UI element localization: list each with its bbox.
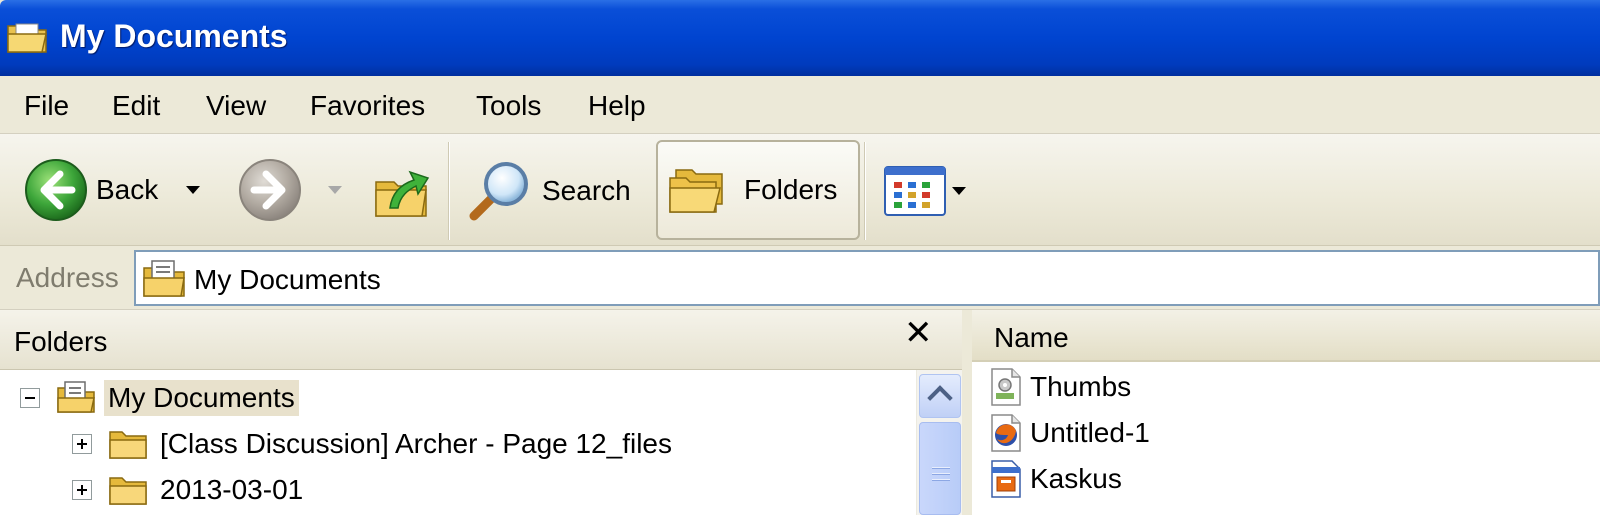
- close-icon[interactable]: ✕: [904, 316, 933, 350]
- back-button[interactable]: Back: [24, 158, 201, 222]
- folders-label: Folders: [744, 174, 838, 205]
- column-header-name[interactable]: Name: [972, 310, 1600, 362]
- menu-file[interactable]: File: [20, 88, 73, 124]
- toolbar-separator: [864, 142, 866, 240]
- grip-line: [932, 467, 950, 469]
- address-field[interactable]: My Documents: [134, 250, 1600, 306]
- folders-button[interactable]: Folders: [656, 140, 860, 240]
- forward-arrow-icon: [239, 159, 301, 221]
- back-label: Back: [96, 174, 159, 205]
- pane-splitter[interactable]: [962, 310, 972, 515]
- file-name: Thumbs: [1030, 371, 1132, 402]
- search-button[interactable]: Search: [464, 156, 631, 226]
- menu-edit[interactable]: Edit: [108, 88, 164, 124]
- file-item-thumbs[interactable]: Thumbs: [988, 364, 1131, 410]
- folders-pane-title: Folders: [14, 326, 108, 357]
- forward-dropdown-arrow[interactable]: [328, 186, 342, 194]
- window-title: My Documents: [60, 18, 288, 54]
- up-folder-icon: [375, 170, 430, 217]
- forward-button[interactable]: [238, 158, 342, 222]
- folder-icon: [109, 431, 147, 459]
- web-document-icon: [991, 460, 1021, 498]
- folder-documents-icon: [7, 23, 47, 53]
- firefox-html-icon: [991, 414, 1021, 452]
- back-dropdown-arrow[interactable]: [186, 186, 201, 194]
- tree-item-label: [Class Discussion] Archer - Page 12_file…: [160, 428, 672, 459]
- address-value: My Documents: [194, 264, 381, 295]
- views-icon: [884, 166, 946, 216]
- expand-icon[interactable]: [72, 434, 92, 454]
- collapse-icon[interactable]: [20, 388, 40, 408]
- folders-scrollbar[interactable]: [916, 370, 962, 515]
- tree-item-my-documents[interactable]: My Documents: [20, 376, 299, 420]
- file-item-untitled-1[interactable]: Untitled-1: [988, 410, 1150, 456]
- address-label: Address: [16, 262, 119, 293]
- scroll-thumb[interactable]: [919, 422, 961, 515]
- search-label: Search: [542, 175, 631, 206]
- tree-item-class-discussion[interactable]: [Class Discussion] Archer - Page 12_file…: [72, 422, 676, 466]
- menu-bar: File Edit View Favorites Tools Help: [0, 76, 1600, 134]
- my-documents-icon: [143, 260, 185, 297]
- up-button[interactable]: [372, 158, 432, 222]
- folders-pane: Folders ✕ My Documents [Class Discussion…: [0, 310, 968, 515]
- tree-item-label: 2013-03-01: [160, 474, 304, 505]
- back-arrow-icon: [25, 159, 87, 221]
- title-bar[interactable]: My Documents: [0, 0, 1600, 76]
- menu-help[interactable]: Help: [584, 88, 650, 124]
- folders-pane-header: Folders ✕: [0, 310, 968, 370]
- menu-favorites[interactable]: Favorites: [306, 88, 429, 124]
- toolbar: Back Search Folders: [0, 134, 1600, 246]
- toolbar-separator: [448, 142, 450, 240]
- folder-icon: [109, 477, 147, 505]
- tree-item-2013-03-01[interactable]: 2013-03-01: [72, 468, 307, 512]
- file-item-kaskus[interactable]: Kaskus: [988, 456, 1122, 502]
- menu-view[interactable]: View: [202, 88, 270, 124]
- folder-tree: My Documents [Class Discussion] Archer -…: [0, 370, 916, 515]
- address-bar: Address My Documents: [0, 246, 1600, 310]
- views-dropdown-arrow[interactable]: [952, 187, 966, 195]
- grip-line: [932, 473, 950, 475]
- scroll-up-button[interactable]: [919, 374, 961, 418]
- column-name-label: Name: [994, 322, 1069, 353]
- tree-item-label: My Documents: [104, 380, 299, 416]
- menu-tools[interactable]: Tools: [472, 88, 545, 124]
- my-documents-icon: [57, 381, 95, 413]
- search-magnifier-icon: [469, 162, 528, 221]
- views-button[interactable]: [884, 166, 966, 216]
- file-list: Name Thumbs Untitled-1 Kaskus: [972, 310, 1600, 515]
- expand-icon[interactable]: [72, 480, 92, 500]
- folders-icon: [669, 169, 723, 213]
- system-file-icon: [991, 368, 1021, 406]
- file-name: Kaskus: [1030, 463, 1122, 494]
- file-name: Untitled-1: [1030, 417, 1150, 448]
- grip-line: [932, 479, 950, 481]
